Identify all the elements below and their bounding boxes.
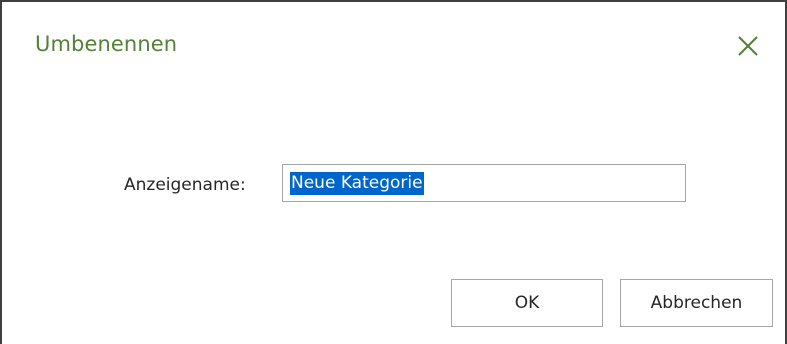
display-name-input[interactable]: Neue Kategorie	[282, 164, 686, 202]
display-name-value: Neue Kategorie	[290, 171, 424, 195]
cancel-button[interactable]: Abbrechen	[620, 279, 773, 327]
rename-dialog: Umbenennen Anzeigename: Neue Kategorie O…	[0, 0, 787, 344]
close-icon	[738, 36, 758, 56]
display-name-label: Anzeigename:	[124, 175, 246, 195]
ok-button[interactable]: OK	[451, 279, 603, 327]
close-button[interactable]	[734, 32, 762, 60]
dialog-title: Umbenennen	[35, 32, 178, 56]
